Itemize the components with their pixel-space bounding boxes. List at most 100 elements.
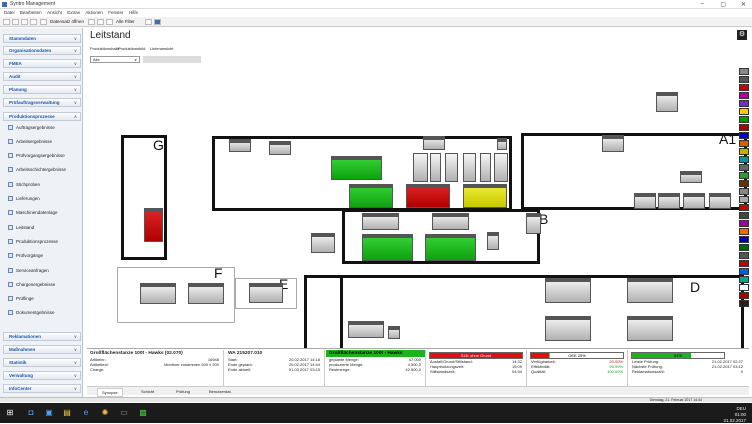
machine[interactable] xyxy=(497,138,507,150)
grid-icon[interactable] xyxy=(145,19,152,25)
color-legend-swatch[interactable] xyxy=(739,172,749,179)
machine[interactable] xyxy=(229,139,251,152)
sidebar-group-planung[interactable]: Planung ∨ xyxy=(3,85,81,94)
sidebar-item-arbeitsergebnisse[interactable]: Arbeitsergebnisse xyxy=(8,139,52,145)
sidebar-item-auftragsergebnisse[interactable]: Auftragsergebnisse xyxy=(8,125,55,131)
tab-produktionshalle[interactable]: Produktionshalle xyxy=(90,45,120,52)
tab-benutzerdaten[interactable]: Benutzerdat. xyxy=(205,388,236,395)
machine[interactable] xyxy=(627,278,673,303)
menu-file[interactable]: Datei xyxy=(4,9,15,17)
machine[interactable] xyxy=(463,184,507,208)
color-legend-swatch[interactable] xyxy=(739,68,749,75)
sort-icon[interactable] xyxy=(97,19,104,25)
sidebar-item-prueflinge[interactable]: Prüflinge xyxy=(8,296,34,302)
color-legend-swatch[interactable] xyxy=(739,228,749,235)
delete-icon[interactable] xyxy=(30,19,37,25)
excel-icon[interactable]: ▩ xyxy=(137,407,149,419)
machine[interactable] xyxy=(709,193,731,209)
word-icon[interactable]: ▣ xyxy=(43,407,55,419)
sidebar-item-chargenergebnisse[interactable]: Chargenergebnisse xyxy=(8,282,55,288)
color-legend-swatch[interactable] xyxy=(739,156,749,163)
sidebar-item-lieferungen[interactable]: Lieferungen xyxy=(8,196,40,202)
color-legend-swatch[interactable] xyxy=(739,188,749,195)
machine[interactable] xyxy=(494,153,508,182)
sidebar-group-fmea[interactable]: FMEA ∨ xyxy=(3,59,81,68)
machine[interactable] xyxy=(680,171,702,183)
machine[interactable] xyxy=(432,213,469,230)
machine[interactable] xyxy=(188,283,224,304)
color-legend-swatch[interactable] xyxy=(739,252,749,259)
machine[interactable] xyxy=(487,232,499,250)
machine[interactable] xyxy=(388,326,400,339)
tab-schicht[interactable]: Schicht xyxy=(137,388,158,395)
hall-select[interactable]: Alle ∨ xyxy=(90,56,140,63)
layout-icon[interactable] xyxy=(154,19,161,25)
color-legend-swatch[interactable] xyxy=(739,220,749,227)
color-legend-swatch[interactable] xyxy=(739,84,749,91)
screen-icon[interactable]: ▭ xyxy=(118,407,130,419)
machine[interactable] xyxy=(430,153,441,182)
edge-icon[interactable]: e xyxy=(80,407,92,419)
sidebar-group-massnahmen[interactable]: Maßnahmen ∨ xyxy=(3,345,81,354)
machine[interactable] xyxy=(425,234,476,261)
color-legend-swatch[interactable] xyxy=(739,244,749,251)
machine[interactable] xyxy=(656,92,678,112)
sidebar-item-dokumentgebnisse[interactable]: Dokumentgebnisse xyxy=(8,310,55,316)
tab-linienansicht[interactable]: Linienansicht xyxy=(150,45,173,52)
refresh-icon[interactable] xyxy=(106,19,113,25)
machine[interactable] xyxy=(480,153,491,182)
color-legend-swatch[interactable] xyxy=(739,284,749,291)
machine[interactable] xyxy=(249,283,283,303)
machine[interactable] xyxy=(545,316,591,341)
tab-synopse[interactable]: Synopse xyxy=(97,388,123,397)
open-icon[interactable] xyxy=(12,19,19,25)
save-icon[interactable] xyxy=(21,19,28,25)
color-legend-swatch[interactable] xyxy=(739,148,749,155)
sidebar-group-organisation[interactable]: Organisationsdaten ∨ xyxy=(3,46,81,55)
settings-icon[interactable]: ⚙ xyxy=(737,30,747,40)
machine[interactable] xyxy=(348,321,384,338)
windows-start-icon[interactable]: ⊞ xyxy=(4,407,16,419)
color-legend-swatch[interactable] xyxy=(739,300,749,307)
sidebar-item-serviceanfragen[interactable]: Serviceanfragen xyxy=(8,268,49,274)
machine[interactable] xyxy=(140,283,176,304)
sidebar-group-verwaltung[interactable]: Verwaltung ∨ xyxy=(3,371,81,380)
tab-pruefung[interactable]: Prüfung xyxy=(172,388,194,395)
menu-edit[interactable]: Bearbeiten xyxy=(20,9,42,17)
sidebar-group-infocenter[interactable]: InfoCenter ∨ xyxy=(3,384,81,393)
tab-produktionsbild[interactable]: Produktionsbild xyxy=(118,45,145,52)
machine[interactable] xyxy=(311,233,335,253)
new-icon[interactable] xyxy=(3,19,10,25)
machine[interactable] xyxy=(545,278,591,303)
sidebar-group-audit[interactable]: Audit ∨ xyxy=(3,72,81,81)
machine[interactable] xyxy=(423,136,445,150)
machine[interactable] xyxy=(349,184,393,208)
color-legend-swatch[interactable] xyxy=(739,140,749,147)
machine[interactable] xyxy=(658,193,680,209)
explorer-icon[interactable]: ▤ xyxy=(61,407,73,419)
machine[interactable] xyxy=(331,156,382,180)
machine[interactable] xyxy=(413,153,428,182)
filter-field[interactable] xyxy=(143,56,201,63)
sidebar-group-statistik[interactable]: Statistik ∨ xyxy=(3,358,81,367)
color-legend-swatch[interactable] xyxy=(739,204,749,211)
machine[interactable] xyxy=(634,193,656,209)
all-filter-button[interactable]: Alle Filter xyxy=(116,19,135,25)
color-legend-swatch[interactable] xyxy=(739,92,749,99)
sidebar-item-pruefvorgaenge[interactable]: Prüfvorgänge xyxy=(8,253,43,259)
machine[interactable] xyxy=(362,234,413,261)
color-legend-swatch[interactable] xyxy=(739,196,749,203)
menu-view[interactable]: Ansicht xyxy=(47,9,62,17)
filter-icon[interactable] xyxy=(88,19,95,25)
machine[interactable] xyxy=(144,208,163,242)
menu-actions[interactable]: Aktionen xyxy=(85,9,103,17)
color-legend-swatch[interactable] xyxy=(739,132,749,139)
machine[interactable] xyxy=(683,193,705,209)
outlook-icon[interactable]: ◘ xyxy=(25,407,37,419)
sidebar-item-pruefvorgangsergebnisse[interactable]: Prüfvorgangsergebnisse xyxy=(8,153,65,159)
sidebar-group-pruefauftrag[interactable]: Prüfauftragsverwaltung ∨ xyxy=(3,98,81,107)
color-legend-swatch[interactable] xyxy=(739,76,749,83)
maximize-icon[interactable]: ▢ xyxy=(720,1,726,8)
sidebar-item-stichproben[interactable]: Stichproben xyxy=(8,182,40,188)
machine[interactable] xyxy=(526,213,541,234)
